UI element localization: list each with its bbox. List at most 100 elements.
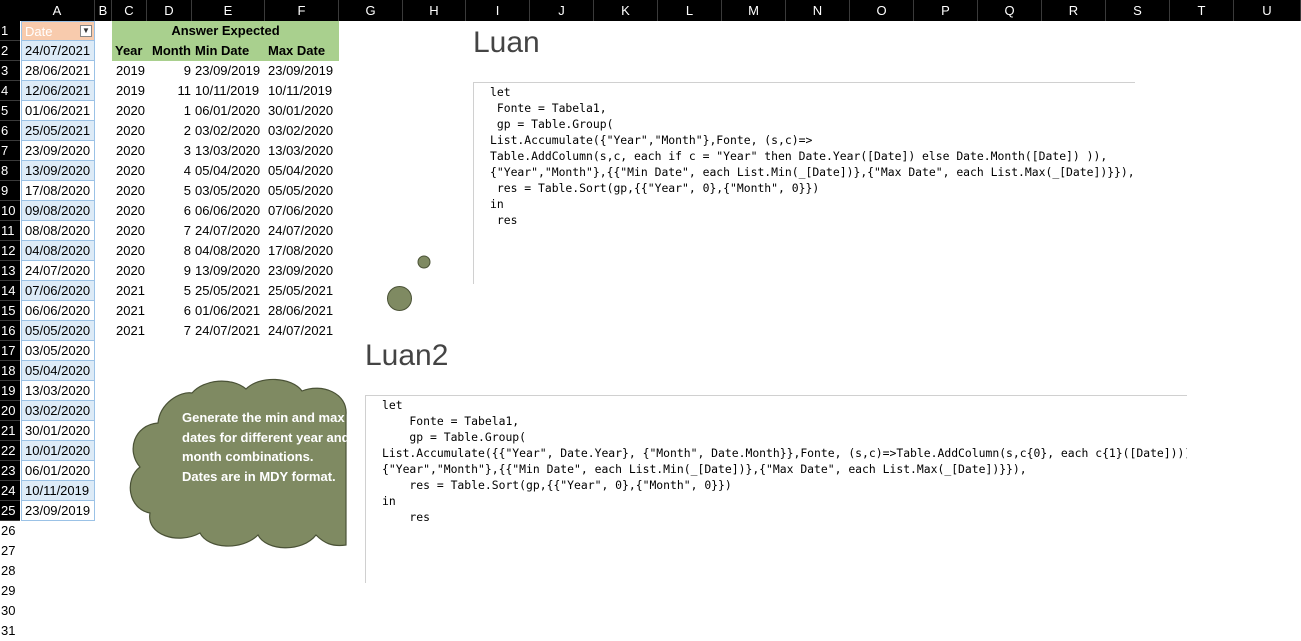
column-header-h[interactable]: H (403, 0, 466, 21)
row-header-17[interactable]: 17 (0, 341, 20, 361)
answer-cell[interactable]: 2021 (112, 301, 147, 321)
answer-cell[interactable]: 2020 (112, 181, 147, 201)
column-header-f[interactable]: F (265, 0, 339, 21)
answer-cell[interactable]: 7 (147, 321, 191, 341)
column-header-q[interactable]: Q (978, 0, 1042, 21)
answer-cell[interactable]: 03/02/2020 (192, 121, 265, 141)
answer-cell[interactable]: 2020 (112, 161, 147, 181)
row-header-5[interactable]: 5 (0, 101, 20, 121)
answer-cell[interactable]: 2 (147, 121, 191, 141)
answer-cell[interactable]: 17/08/2020 (265, 241, 339, 261)
date-cell[interactable]: 24/07/2021 (21, 41, 95, 61)
row-header-3[interactable]: 3 (0, 61, 20, 81)
answer-cell[interactable]: 9 (147, 61, 191, 81)
answer-cell[interactable]: 4 (147, 161, 191, 181)
answer-cell[interactable]: 6 (147, 201, 191, 221)
answer-cell[interactable]: 05/04/2020 (265, 161, 339, 181)
answer-cell[interactable]: 5 (147, 181, 191, 201)
date-cell[interactable]: 09/08/2020 (21, 201, 95, 221)
answer-cell[interactable]: 2019 (112, 81, 147, 101)
answer-cell[interactable]: 24/07/2020 (192, 221, 265, 241)
date-cell[interactable]: 12/06/2021 (21, 81, 95, 101)
answer-cell[interactable]: 06/06/2020 (192, 201, 265, 221)
row-header-14[interactable]: 14 (0, 281, 20, 301)
column-header-e[interactable]: E (192, 0, 265, 21)
column-header-b[interactable]: B (95, 0, 112, 21)
date-cell[interactable]: 10/11/2019 (21, 481, 95, 501)
date-cell[interactable]: 28/06/2021 (21, 61, 95, 81)
answer-cell[interactable]: 2020 (112, 121, 147, 141)
answer-cell[interactable]: 2020 (112, 201, 147, 221)
answer-cell[interactable]: 1 (147, 101, 191, 121)
column-header-r[interactable]: R (1042, 0, 1106, 21)
row-header-27[interactable]: 27 (0, 541, 20, 561)
answer-cell[interactable]: 10/11/2019 (265, 81, 339, 101)
row-header-29[interactable]: 29 (0, 581, 20, 601)
answer-header-max-date[interactable]: Max Date (265, 41, 339, 61)
row-header-19[interactable]: 19 (0, 381, 20, 401)
column-header-n[interactable]: N (786, 0, 850, 21)
date-cell[interactable]: 07/06/2020 (21, 281, 95, 301)
row-header-15[interactable]: 15 (0, 301, 20, 321)
row-header-21[interactable]: 21 (0, 421, 20, 441)
row-header-25[interactable]: 25 (0, 501, 20, 521)
answer-cell[interactable]: 25/05/2021 (192, 281, 265, 301)
row-header-20[interactable]: 20 (0, 401, 20, 421)
answer-cell[interactable]: 2020 (112, 241, 147, 261)
row-header-18[interactable]: 18 (0, 361, 20, 381)
column-header-m[interactable]: M (722, 0, 786, 21)
date-cell[interactable]: 10/01/2020 (21, 441, 95, 461)
column-header-k[interactable]: K (594, 0, 658, 21)
row-header-28[interactable]: 28 (0, 561, 20, 581)
answer-cell[interactable]: 13/09/2020 (192, 261, 265, 281)
column-header-g[interactable]: G (339, 0, 403, 21)
date-cell[interactable]: 05/05/2020 (21, 321, 95, 341)
answer-cell[interactable]: 10/11/2019 (192, 81, 265, 101)
answer-cell[interactable]: 2019 (112, 61, 147, 81)
row-header-1[interactable]: 1 (0, 21, 20, 41)
answer-header-year[interactable]: Year (112, 41, 147, 61)
column-header-d[interactable]: D (147, 0, 192, 21)
code-editor-luan2[interactable]: let Fonte = Tabela1, gp = Table.Group(Li… (365, 395, 1187, 583)
row-header-4[interactable]: 4 (0, 81, 20, 101)
date-cell[interactable]: 23/09/2020 (21, 141, 95, 161)
answer-cell[interactable]: 23/09/2020 (265, 261, 339, 281)
row-header-22[interactable]: 22 (0, 441, 20, 461)
row-header-10[interactable]: 10 (0, 201, 20, 221)
row-header-26[interactable]: 26 (0, 521, 20, 541)
date-cell[interactable]: 23/09/2019 (21, 501, 95, 521)
date-cell[interactable]: 01/06/2021 (21, 101, 95, 121)
answer-cell[interactable]: 2020 (112, 261, 147, 281)
answer-cell[interactable]: 2020 (112, 221, 147, 241)
answer-cell[interactable]: 01/06/2021 (192, 301, 265, 321)
column-header-u[interactable]: U (1234, 0, 1301, 21)
answer-cell[interactable]: 2020 (112, 141, 147, 161)
column-header-j[interactable]: J (530, 0, 594, 21)
answer-header-min-date[interactable]: Min Date (192, 41, 265, 61)
row-header-30[interactable]: 30 (0, 601, 20, 621)
column-header-c[interactable]: C (112, 0, 147, 21)
answer-cell[interactable]: 23/09/2019 (192, 61, 265, 81)
answer-cell[interactable]: 28/06/2021 (265, 301, 339, 321)
answer-cell[interactable]: 24/07/2021 (265, 321, 339, 341)
row-header-7[interactable]: 7 (0, 141, 20, 161)
answer-cell[interactable]: 9 (147, 261, 191, 281)
column-header-p[interactable]: P (914, 0, 978, 21)
answer-cell[interactable]: 13/03/2020 (265, 141, 339, 161)
date-cell[interactable]: 03/05/2020 (21, 341, 95, 361)
answer-cell[interactable]: 5 (147, 281, 191, 301)
row-header-11[interactable]: 11 (0, 221, 20, 241)
answer-cell[interactable]: 07/06/2020 (265, 201, 339, 221)
answer-cell[interactable]: 03/02/2020 (265, 121, 339, 141)
date-cell[interactable]: 08/08/2020 (21, 221, 95, 241)
date-cell[interactable]: 17/08/2020 (21, 181, 95, 201)
column-header-s[interactable]: S (1106, 0, 1170, 21)
answer-header-month[interactable]: Month (147, 41, 192, 61)
column-header-l[interactable]: L (658, 0, 722, 21)
answer-cell[interactable]: 05/05/2020 (265, 181, 339, 201)
column-header-t[interactable]: T (1170, 0, 1234, 21)
answer-cell[interactable]: 6 (147, 301, 191, 321)
answer-cell[interactable]: 2020 (112, 101, 147, 121)
code-editor-luan[interactable]: let Fonte = Tabela1, gp = Table.Group(Li… (473, 82, 1135, 284)
row-header-6[interactable]: 6 (0, 121, 20, 141)
